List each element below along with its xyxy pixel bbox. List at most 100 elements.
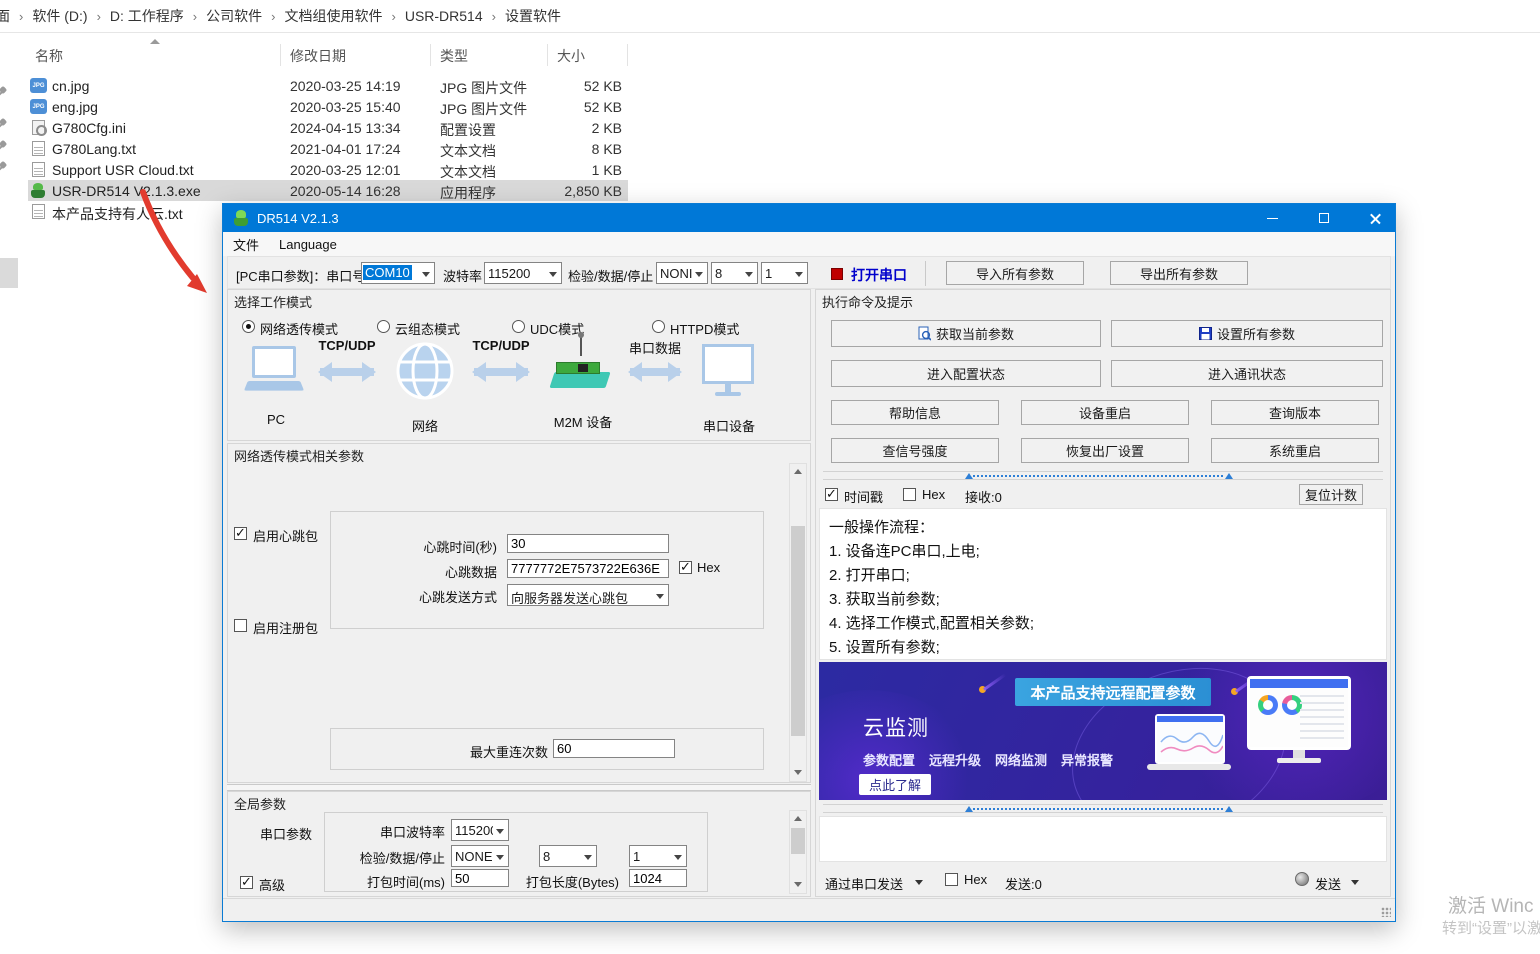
file-row-selected[interactable]: USR-DR514 V2.1.3.exe 2020-05-14 16:28 应用…	[28, 180, 628, 201]
net-params-scrollbar[interactable]	[789, 463, 807, 782]
pack-length-input[interactable]	[629, 869, 687, 887]
advanced-checkbox[interactable]	[240, 876, 253, 889]
file-row[interactable]: cn.jpg 2020-03-25 14:19 JPG 图片文件 52 KB	[28, 75, 628, 96]
maximize-button[interactable]	[1305, 204, 1343, 232]
file-type: 配置设置	[440, 120, 496, 140]
dotted-splitter[interactable]	[823, 471, 1383, 480]
file-type: JPG 图片文件	[440, 99, 527, 119]
radio-net-transparent-mode[interactable]	[242, 320, 255, 333]
column-header-size[interactable]: 大小	[557, 46, 585, 66]
file-name: USR-DR514 V2.1.3.exe	[52, 183, 201, 199]
resize-grip[interactable]	[1381, 907, 1391, 917]
close-button[interactable]	[1355, 204, 1395, 232]
enter-config-button[interactable]: 进入配置状态	[831, 360, 1101, 387]
send-channel-dropdown[interactable]: 通过串口发送	[825, 874, 903, 893]
breadcrumb-item[interactable]: 软件 (D:)	[26, 6, 93, 26]
column-header-date[interactable]: 修改日期	[290, 46, 346, 66]
file-row[interactable]: G780Lang.txt 2021-04-01 17:24 文本文档 8 KB	[28, 138, 628, 159]
set-params-button[interactable]: 设置所有参数	[1111, 320, 1383, 347]
dotted-splitter[interactable]	[823, 804, 1383, 813]
column-header-type[interactable]: 类型	[440, 46, 468, 66]
scroll-down-icon[interactable]	[790, 877, 806, 893]
chevron-down-icon	[496, 829, 504, 834]
factory-reset-button[interactable]: 恢复出厂设置	[1021, 438, 1189, 463]
stopbits-select[interactable]: 1	[761, 262, 808, 284]
radio-udc-mode[interactable]	[512, 320, 525, 333]
device-restart-button[interactable]: 设备重启	[1021, 400, 1189, 425]
scroll-up-icon[interactable]	[790, 811, 806, 827]
banner-features: 参数配置 远程升级 网络监测 异常报警	[863, 750, 1113, 769]
pushpin-icon	[0, 140, 8, 152]
breadcrumb-item[interactable]: 面	[0, 6, 16, 26]
open-port-button[interactable]: 打开串口	[851, 265, 907, 285]
scroll-up-icon[interactable]	[790, 464, 806, 480]
query-version-button[interactable]: 查询版本	[1211, 400, 1379, 425]
scroll-down-icon[interactable]	[790, 765, 806, 781]
chevron-down-icon[interactable]	[1351, 880, 1359, 885]
enter-comm-button[interactable]: 进入通讯状态	[1111, 360, 1383, 387]
help-info-button[interactable]: 帮助信息	[831, 400, 999, 425]
check-signal-button[interactable]: 查信号强度	[831, 438, 999, 463]
system-restart-button[interactable]: 系统重启	[1211, 438, 1379, 463]
export-params-button[interactable]: 导出所有参数	[1110, 261, 1248, 285]
menu-file[interactable]: 文件	[223, 232, 269, 256]
titlebar[interactable]: DR514 V2.1.3	[223, 204, 1395, 232]
heartbeat-hex-checkbox[interactable]	[679, 561, 692, 574]
get-params-button[interactable]: 获取当前参数	[831, 320, 1101, 347]
send-button[interactable]: 发送	[1315, 874, 1341, 893]
radio-cloud-scada-mode[interactable]	[377, 320, 390, 333]
file-row[interactable]: G780Cfg.ini 2024-04-15 13:34 配置设置 2 KB	[28, 117, 628, 138]
heartbeat-enable-label: 启用心跳包	[253, 526, 318, 545]
cloud-promo-banner[interactable]: 本产品支持远程配置参数 云监测 参数配置 远程升级 网络监测 异常报警 点此了解	[819, 662, 1387, 800]
send-hex-checkbox[interactable]	[945, 873, 958, 886]
baud-select[interactable]: 115200	[484, 262, 562, 284]
pack-time-input[interactable]	[451, 869, 509, 887]
global-params-scrollbar[interactable]	[789, 810, 807, 894]
databits-select[interactable]: 8	[711, 262, 758, 284]
chevron-down-icon[interactable]	[915, 880, 923, 885]
global-baud-select[interactable]: 115200	[451, 819, 509, 841]
radio-label[interactable]: 网络透传模式	[260, 319, 338, 338]
breadcrumb-item[interactable]: 设置软件	[499, 6, 567, 26]
minimize-button[interactable]	[1253, 204, 1291, 232]
register-enable-checkbox[interactable]	[234, 619, 247, 632]
breadcrumb-item[interactable]: 文档组使用软件	[278, 6, 388, 26]
recv-hex-checkbox[interactable]	[903, 488, 916, 501]
breadcrumb-item[interactable]: D: 工作程序	[104, 6, 190, 26]
timestamp-checkbox[interactable]	[825, 488, 838, 501]
radio-label[interactable]: HTTPD模式	[670, 319, 739, 338]
horizontal-splitter[interactable]	[227, 784, 811, 791]
global-databits-select[interactable]: 8	[539, 845, 597, 867]
parity-select[interactable]: NONI	[656, 262, 708, 284]
column-header-name[interactable]: 名称	[35, 46, 63, 66]
heartbeat-time-input[interactable]	[507, 534, 669, 553]
import-params-button[interactable]: 导入所有参数	[946, 261, 1084, 285]
heartbeat-mode-select[interactable]: 向服务器发送心跳包	[507, 584, 669, 606]
reset-counter-button[interactable]: 复位计数	[1299, 484, 1363, 505]
banner-cta-button[interactable]: 点此了解	[859, 774, 931, 795]
banner-monitor-illustration	[1247, 676, 1351, 750]
heartbeat-subpanel: 心跳时间(秒) 心跳数据 Hex 心跳发送方式 向服务器发送心跳包	[330, 511, 764, 629]
scroll-thumb[interactable]	[791, 526, 805, 736]
breadcrumb-item[interactable]: 公司软件	[200, 6, 268, 26]
radio-label[interactable]: UDC模式	[530, 319, 584, 338]
global-stopbits-select[interactable]: 1	[629, 845, 687, 867]
global-params-group-title: 全局参数	[234, 794, 286, 813]
send-data-area[interactable]	[819, 816, 1387, 862]
instruction-line: 一般操作流程：	[829, 516, 934, 537]
radio-label[interactable]: 云组态模式	[395, 319, 460, 338]
breadcrumb-item[interactable]: USR-DR514	[399, 8, 489, 24]
menu-language[interactable]: Language	[269, 232, 347, 256]
radio-httpd-mode[interactable]	[652, 320, 665, 333]
global-parity-select[interactable]: NONE	[451, 845, 509, 867]
file-row[interactable]: Support USR Cloud.txt 2020-03-25 12:01 文…	[28, 159, 628, 180]
reconnect-input[interactable]	[553, 739, 675, 758]
file-row[interactable]: eng.jpg 2020-03-25 15:40 JPG 图片文件 52 KB	[28, 96, 628, 117]
breadcrumb-separator: ›	[388, 9, 398, 24]
scroll-thumb[interactable]	[791, 828, 805, 854]
heartbeat-enable-checkbox[interactable]	[234, 527, 247, 540]
heartbeat-data-input[interactable]	[507, 559, 669, 578]
file-name: cn.jpg	[52, 78, 89, 94]
com-port-select[interactable]: COM10	[361, 262, 435, 284]
receive-log-area[interactable]: 一般操作流程： 1. 设备连PC串口,上电; 2. 打开串口; 3. 获取当前参…	[819, 508, 1387, 660]
